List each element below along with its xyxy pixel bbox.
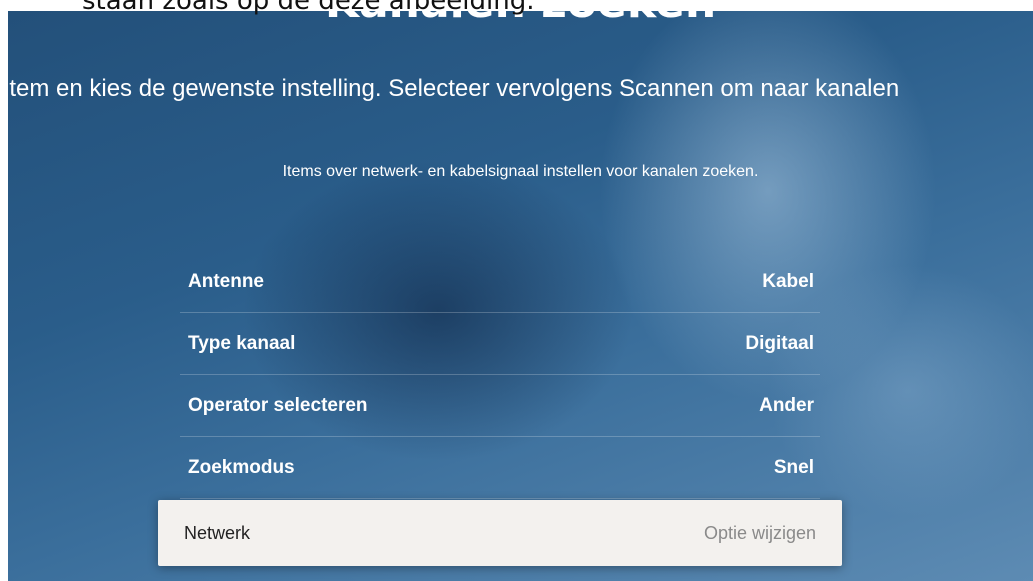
setting-label: Type kanaal	[188, 332, 296, 354]
description-text: Items over netwerk- en kabelsignaal inst…	[282, 163, 759, 180]
setting-value: Ander	[759, 394, 814, 416]
setting-value: Digitaal	[745, 332, 814, 354]
setting-netwerk[interactable]: Netwerk Optie wijzigen	[158, 500, 842, 566]
setting-label: Antenne	[188, 270, 264, 292]
setting-antenne[interactable]: Antenne Kabel	[180, 251, 820, 313]
setting-value: Snel	[773, 456, 814, 478]
setting-operator-selecteren[interactable]: Operator selecteren Ander	[180, 375, 820, 437]
setting-label: Zoekmodus	[188, 456, 295, 478]
setting-type-kanaal[interactable]: Type kanaal Digitaal	[180, 313, 820, 375]
setting-label: Operator selecteren	[188, 394, 368, 416]
setting-value: Kabel	[762, 270, 814, 292]
instruction-text: item en kies de gewenste instelling. Sel…	[8, 75, 900, 102]
tv-screen: Kanalen zoeken item en kies de gewenste …	[8, 11, 1033, 581]
setting-label: Netwerk	[184, 522, 251, 543]
setting-zoekmodus[interactable]: Zoekmodus Snel	[180, 437, 820, 499]
settings-list: Antenne Kabel Type kanaal Digitaal Opera…	[158, 251, 842, 566]
setting-value: Optie wijzigen	[703, 522, 816, 543]
caption-text: staan zoals op de deze afbeelding.	[82, 0, 535, 16]
